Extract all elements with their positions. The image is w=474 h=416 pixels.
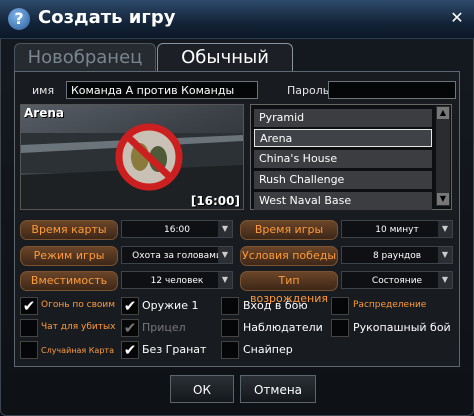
sniper-label: Снайпер (243, 343, 293, 356)
map-list-item[interactable]: Pyramid (254, 109, 432, 127)
respawn-select[interactable]: Состояние ▼ (341, 271, 453, 289)
join-in-battle-checkbox[interactable] (221, 297, 239, 315)
no-grenades-label: Без Гранат (142, 343, 207, 356)
friendly-fire-checkbox[interactable]: ✔ (20, 297, 38, 315)
chevron-down-icon[interactable]: ▼ (438, 247, 452, 263)
password-input[interactable] (328, 81, 456, 99)
map-list-item[interactable]: West Naval Base (254, 192, 432, 210)
map-list-item[interactable]: China's House (254, 150, 432, 168)
crosshair-checkbox: ✔ (121, 319, 139, 337)
weapon1-checkbox[interactable]: ✔ (121, 297, 139, 315)
distribution-label: Распределение (353, 300, 427, 310)
tab-recruit[interactable]: Новобранец (14, 43, 156, 72)
dialog-title: Создать игру (38, 7, 176, 28)
map-preview-name: Arena (24, 106, 64, 120)
random-map-checkbox[interactable] (20, 341, 38, 359)
map-time-value: 16:00 (164, 225, 190, 235)
chevron-down-icon[interactable]: ▼ (218, 247, 232, 263)
scroll-down-icon[interactable]: ▼ (437, 193, 449, 205)
map-list-item-selected[interactable]: Arena (254, 129, 432, 147)
game-time-value: 10 минут (375, 225, 419, 235)
capacity-value: 12 человек (150, 276, 204, 286)
sniper-checkbox[interactable] (221, 341, 239, 359)
observers-checkbox[interactable] (221, 319, 239, 337)
weapon1-label: Оружие 1 (142, 299, 199, 312)
melee-checkbox[interactable] (331, 319, 349, 337)
join-in-battle-label: Вход в бою (243, 299, 308, 312)
ok-button[interactable]: ОК (170, 375, 234, 403)
respawn-label: Тип возрождения (240, 271, 338, 305)
map-list-scrollbar[interactable]: ▲ ▼ (436, 106, 450, 206)
map-time-select[interactable]: 16:00 ▼ (121, 220, 233, 238)
tab-normal[interactable]: Обычный (157, 43, 293, 72)
scroll-up-icon[interactable]: ▲ (437, 107, 449, 119)
help-icon[interactable]: ? (8, 8, 30, 30)
game-time-label: Время игры (240, 220, 338, 240)
chevron-down-icon[interactable]: ▼ (218, 221, 232, 237)
random-map-label: Случайная Карта (41, 346, 114, 355)
dead-chat-checkbox[interactable] (20, 319, 38, 337)
observers-label: Наблюдатели (243, 321, 323, 334)
win-condition-value: 8 раундов (372, 251, 422, 261)
friendly-fire-label: Огонь по своим (41, 300, 116, 310)
title-bar[interactable]: ? Создать игру ✕ (0, 0, 474, 39)
map-time-label: Время карты (20, 220, 118, 240)
close-icon[interactable]: ✕ (446, 7, 468, 29)
chevron-down-icon[interactable]: ▼ (438, 272, 452, 288)
crosshair-label: Прицел (142, 321, 186, 334)
game-mode-label: Режим игры (20, 246, 118, 266)
map-list[interactable]: Pyramid Arena China's House Rush Challen… (250, 104, 452, 210)
melee-label: Рукопашный бой (353, 321, 451, 334)
password-label: Пароль (287, 84, 330, 97)
game-mode-select[interactable]: Охота за головами ▼ (121, 246, 233, 264)
map-preview-time: [16:00] (190, 194, 240, 208)
map-list-item[interactable]: Rush Challenge (254, 171, 432, 189)
dead-chat-label: Чат для убитых (41, 322, 116, 332)
distribution-checkbox[interactable] (331, 297, 349, 315)
chevron-down-icon[interactable]: ▼ (438, 221, 452, 237)
win-condition-label: Условия победы (240, 246, 338, 266)
no-grenades-checkbox[interactable]: ✔ (121, 341, 139, 359)
capacity-label: Вместимость (20, 271, 118, 291)
name-label: имя (32, 84, 55, 97)
win-condition-select[interactable]: 8 раундов ▼ (341, 246, 453, 264)
respawn-value: Состояние (371, 276, 423, 286)
room-name-input[interactable]: Команда А против Команды (66, 81, 258, 99)
game-mode-value: Охота за головами (132, 251, 222, 261)
capacity-select[interactable]: 12 человек ▼ (121, 271, 233, 289)
chevron-down-icon[interactable]: ▼ (218, 272, 232, 288)
game-time-select[interactable]: 10 минут ▼ (341, 220, 453, 238)
map-preview: Arena [16:00] (20, 104, 244, 210)
cancel-button[interactable]: Отмена (240, 375, 316, 403)
